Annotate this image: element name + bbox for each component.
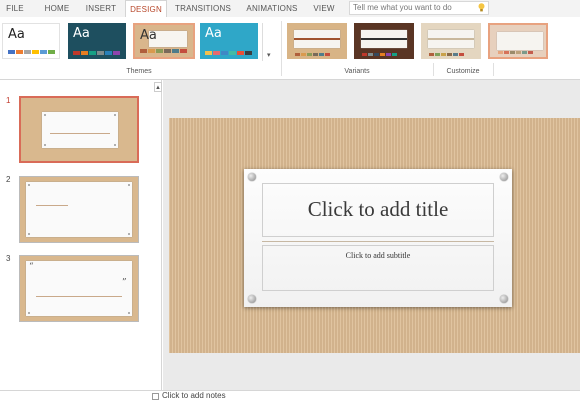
open-quote-icon: “ [29,262,34,272]
variant-3[interactable] [421,23,481,59]
variant-4[interactable] [488,23,548,59]
theme-sample-text: Aa [140,28,157,43]
variant-1[interactable] [287,23,347,59]
variant-card-preview [497,32,543,50]
variant-palette [362,53,397,56]
screw-icon [248,173,256,181]
thumb-divider [50,133,110,134]
themes-group-label: Themes [126,68,152,75]
theme-sample-text: Aa [73,26,90,41]
variant-accent-bar [294,38,340,40]
ribbon-design-panel: Aa Aa Aa Aa ▾ Themes Variants Customize [0,17,580,80]
slide-number: 3 [6,254,11,263]
slide-number: 1 [6,96,11,105]
variant-accent-bar [361,38,407,40]
thumb-card [42,112,118,148]
ribbon-divider [281,21,282,76]
variant-palette [295,53,330,56]
theme-office[interactable]: Aa [2,23,60,59]
variant-accent-bar [428,38,474,40]
theme-palette [8,50,55,54]
themes-gallery-scroll[interactable]: ▾ [262,23,276,61]
notes-checkbox[interactable] [152,393,159,400]
slide-thumbnail-3[interactable]: “ ” [19,255,139,322]
theme-palette [140,49,187,53]
slide-thumbnail-1[interactable] [19,96,139,163]
lightbulb-icon [478,3,485,12]
notes-placeholder[interactable]: Click to add notes [162,391,226,400]
current-slide[interactable]: Click to add title Click to add subtitle [169,118,580,353]
screw-icon [500,295,508,303]
theme-palette [73,51,120,55]
thumb-card [26,182,132,237]
tell-me-placeholder: Tell me what you want to do [353,3,452,12]
slide-number: 2 [6,175,11,184]
close-quote-icon: ” [122,278,127,288]
tab-file[interactable]: FILE [2,0,28,17]
variants-group-label: Variants [344,68,370,75]
theme-blue[interactable]: Aa [200,23,258,59]
notes-pane: Click to add notes [0,390,580,400]
thumb-card [26,261,132,316]
thumb-divider [36,205,68,206]
customize-group-label: Customize [446,68,480,75]
screw-icon [248,295,256,303]
ribbon-tab-bar: FILE HOME INSERT DESIGN TRANSITIONS ANIM… [0,0,580,18]
slide-editing-area: Click to add title Click to add subtitle [163,80,580,390]
title-placeholder[interactable]: Click to add title [262,183,494,237]
title-divider [262,241,494,242]
theme-sample-text: Aa [8,27,25,42]
variant-palette [429,53,464,56]
tab-insert[interactable]: INSERT [82,0,120,17]
tell-me-search-input[interactable]: Tell me what you want to do [349,1,489,15]
screw-icon [500,173,508,181]
thumbnail-scrollbar[interactable]: ▲ [152,80,162,390]
variant-palette [498,51,533,54]
thumb-divider [36,296,122,297]
tab-transitions[interactable]: TRANSITIONS [172,0,234,17]
ribbon-divider [493,63,494,76]
theme-sample-text: Aa [205,26,222,41]
theme-dark-teal[interactable]: Aa [68,23,126,59]
more-themes-icon[interactable]: ▾ [267,51,271,59]
slide-thumbnail-2[interactable] [19,176,139,243]
subtitle-placeholder[interactable]: Click to add subtitle [262,245,494,291]
title-card: Click to add title Click to add subtitle [244,169,512,307]
scroll-up-icon[interactable]: ▲ [154,82,162,92]
tab-home[interactable]: HOME [40,0,74,17]
theme-kraft-selected[interactable]: Aa [133,23,195,59]
theme-palette [205,51,252,55]
variant-2[interactable] [354,23,414,59]
slide-thumbnail-pane: ▲ 1 2 3 “ ” [0,80,162,390]
tab-animations[interactable]: ANIMATIONS [241,0,303,17]
tab-design[interactable]: DESIGN [125,0,167,18]
tab-view[interactable]: VIEW [309,0,339,17]
